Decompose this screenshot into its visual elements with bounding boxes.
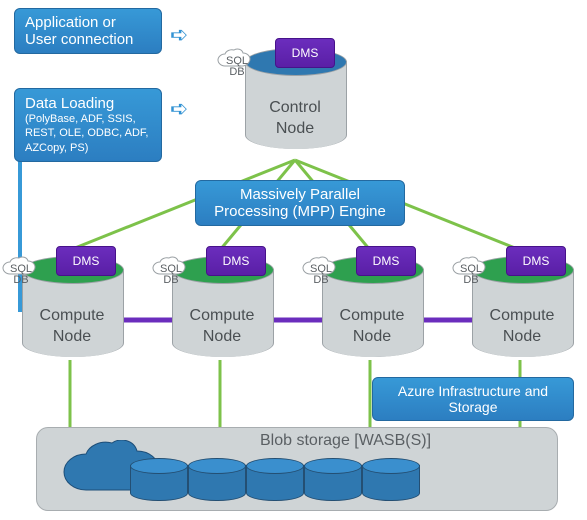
- data-loading-box: Data Loading (PolyBase, ADF, SSIS, REST,…: [14, 88, 162, 162]
- azure-infrastructure-box: Azure Infrastructure and Storage: [372, 377, 574, 421]
- dms-badge: DMS: [56, 246, 116, 276]
- mpp-engine-box: Massively Parallel Processing (MPP) Engi…: [195, 180, 405, 226]
- azure-line2: Storage: [448, 399, 497, 415]
- dms-badge: DMS: [206, 246, 266, 276]
- dms-badge: DMS: [506, 246, 566, 276]
- control-node-l2: Node: [276, 120, 314, 137]
- data-box-title: Data Loading: [25, 95, 151, 112]
- application-connection-box: Application or User connection: [14, 8, 162, 54]
- app-box-line1: Application or: [25, 14, 151, 31]
- arrow-icon: ➪: [170, 22, 188, 48]
- sql-db-label: SQLDB: [6, 264, 36, 286]
- control-node-l1: Control: [269, 99, 321, 116]
- sql-db-label: SQLDB: [156, 264, 186, 286]
- arrow-icon: ➪: [170, 96, 188, 122]
- dms-badge: DMS: [356, 246, 416, 276]
- azure-line1: Azure Infrastructure and: [398, 383, 548, 399]
- sql-db-label: SQLDB: [306, 264, 336, 286]
- data-box-sub: (PolyBase, ADF, SSIS, REST, OLE, ODBC, A…: [25, 112, 151, 155]
- sql-db-label: SQLDB: [456, 264, 486, 286]
- sql-db-label: SQLDB: [222, 56, 252, 78]
- blob-cylinders: [130, 458, 418, 502]
- blob-storage-label: Blob storage [WASB(S)]: [260, 432, 431, 450]
- mpp-line2: Processing (MPP) Engine: [214, 203, 386, 220]
- app-box-line2: User connection: [25, 31, 151, 48]
- mpp-line1: Massively Parallel: [240, 186, 360, 203]
- dms-badge: DMS: [275, 38, 335, 68]
